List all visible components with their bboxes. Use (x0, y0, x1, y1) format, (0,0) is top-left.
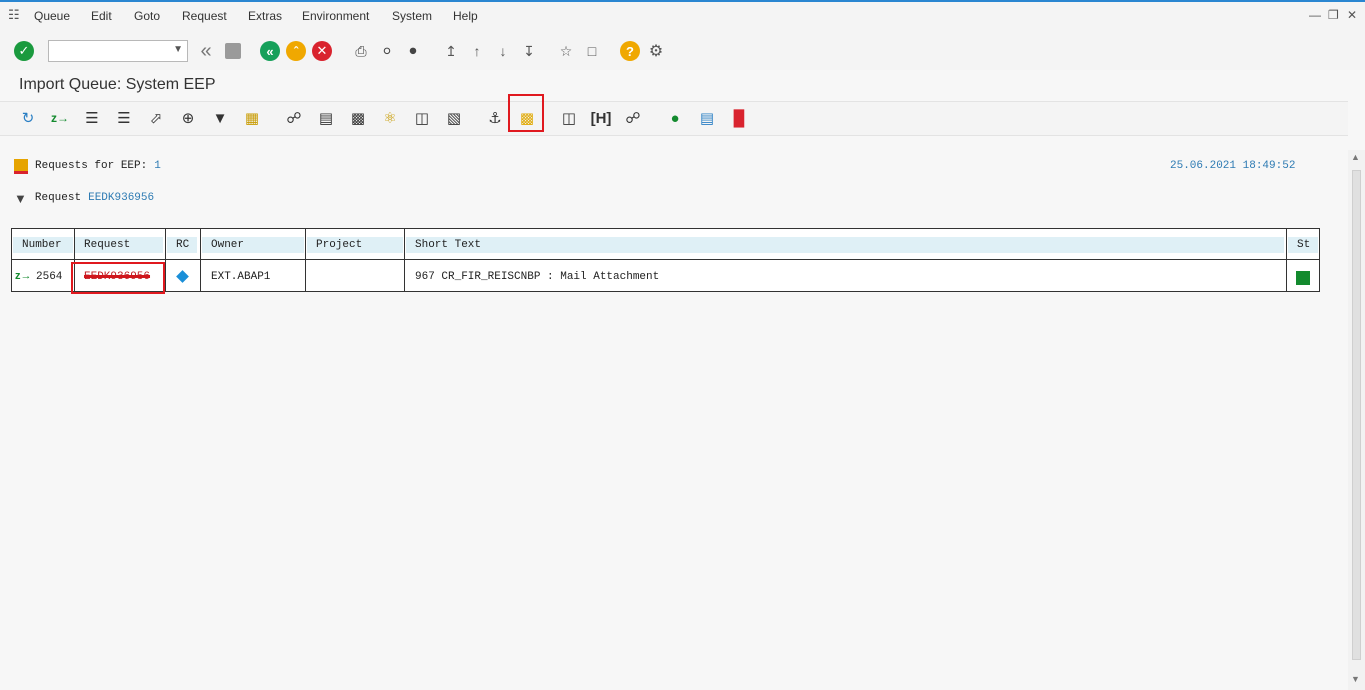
back-icon[interactable]: « (259, 40, 281, 62)
header-request[interactable]: Request (75, 237, 163, 253)
truck-icon (14, 158, 28, 174)
history-icon[interactable]: [H] (590, 107, 612, 129)
chevron-down-icon[interactable]: ▼ (173, 44, 183, 55)
align-center-icon[interactable]: ☰ (81, 107, 103, 129)
page-title: Import Queue: System EEP (19, 76, 216, 93)
import-queue-table: Number Request RC Owner Project Short Te… (11, 228, 1320, 294)
cell-owner: EXT.ABAP1 (211, 271, 271, 283)
cell-short-text: 967 CR_FIR_REISCNBP : Mail Attachment (415, 271, 660, 283)
transport-tree-icon[interactable]: ▦ (241, 107, 263, 129)
menu-queue[interactable]: Queue (34, 9, 70, 23)
find-icon[interactable]: ⚪ (376, 40, 398, 62)
menu-request[interactable]: Request (182, 9, 227, 23)
print-icon[interactable]: ⎙ (350, 40, 372, 62)
double-left-icon[interactable]: « (195, 40, 217, 62)
first-page-icon[interactable]: ↥ (440, 40, 462, 62)
cancel-icon[interactable]: ✕ (311, 40, 333, 62)
monitor-icon[interactable]: ◫ (558, 107, 580, 129)
select-cursor-icon[interactable]: ⬀ (145, 107, 167, 129)
requests-count: 1 (154, 160, 161, 172)
menu-help[interactable]: Help (453, 9, 478, 23)
last-page-icon[interactable]: ↧ (518, 40, 540, 62)
close-window-icon[interactable]: ✕ (1347, 8, 1357, 22)
menu-goto[interactable]: Goto (134, 9, 160, 23)
display-glasses-icon[interactable]: ☍ (283, 107, 305, 129)
filter-funnel-icon: ▼ (14, 190, 27, 206)
request-attributes-icon[interactable]: ⚛ (379, 107, 401, 129)
help-book-icon[interactable]: █ (728, 107, 750, 129)
datetime: 25.06.2021 18:49:52 (1170, 160, 1296, 172)
help-icon[interactable]: ? (619, 40, 641, 62)
zoom-icon[interactable]: ⊕ (177, 107, 199, 129)
sort-icon[interactable]: ☰ (113, 107, 135, 129)
requests-line: Requests for EEP: 1 (14, 158, 161, 174)
lock-icon[interactable]: ⚓ (484, 107, 506, 129)
highlight-box-request (71, 262, 165, 294)
menu-edit[interactable]: Edit (91, 9, 112, 23)
menu-extras[interactable]: Extras (248, 9, 282, 23)
list-details-icon[interactable]: ▤ (696, 107, 718, 129)
requests-label: Requests for EEP: (35, 160, 148, 172)
header-number[interactable]: Number (13, 237, 73, 253)
scroll-up-icon[interactable]: ▲ (1351, 152, 1360, 162)
exit-icon[interactable]: ˆ (285, 40, 307, 62)
filter-icon[interactable]: ▼ (209, 107, 231, 129)
minimize-icon[interactable]: — (1309, 8, 1321, 22)
info-icon[interactable]: ▧ (443, 107, 465, 129)
header-project[interactable]: Project (307, 237, 403, 253)
enter-icon[interactable]: ✓ (13, 40, 35, 62)
application-toolbar: ↻ z→ ☰ ☰ ⬀ ⊕ ▼ ▦ ☍ ▤ ▩ ⚛ ◫ ▧ ⚓ ▩ ◫ [H] ☍… (0, 94, 1348, 136)
filter-value: EEDK936956 (88, 192, 155, 204)
settings-gear-icon[interactable]: ⚙ (645, 40, 667, 62)
standard-toolbar: ✓ ▼ « « ˆ ✕ ⎙ ⚪ ⚫ ↥ ↑ ↓ ↧ ☆ □ ? ⚙ (0, 30, 1365, 70)
rc-diamond-icon (176, 270, 189, 283)
scroll-down-icon[interactable]: ▼ (1351, 674, 1360, 684)
header-rc[interactable]: RC (167, 237, 197, 253)
filter-label: Request (34, 192, 82, 204)
table-row[interactable]: z→ 2564 EEDK936956 EXT.ABAP1 967 CR_FIR_… (12, 260, 1319, 294)
import-arrow-icon: z→ (15, 270, 32, 282)
find-next-icon[interactable]: ⚫ (402, 40, 424, 62)
next-page-icon[interactable]: ↓ (492, 40, 514, 62)
refresh-icon[interactable]: ↻ (17, 107, 39, 129)
new-session-icon[interactable]: ☆ (555, 40, 577, 62)
header-owner[interactable]: Owner (202, 237, 304, 253)
sap-menu-icon[interactable]: ☷ (8, 7, 20, 23)
menu-system[interactable]: System (392, 9, 432, 23)
globe-icon[interactable]: ☍ (622, 107, 644, 129)
menu-environment[interactable]: Environment (302, 9, 369, 23)
object-list-icon[interactable]: ▤ (315, 107, 337, 129)
log-icon[interactable]: ▩ (347, 107, 369, 129)
user-icon[interactable]: ● (664, 107, 686, 129)
vertical-scrollbar[interactable]: ▲ ▼ (1348, 150, 1365, 690)
header-short-text[interactable]: Short Text (406, 237, 1284, 253)
save-icon[interactable] (222, 40, 244, 62)
menu-bar: ☷ Queue Edit Goto Request Extras Environ… (0, 0, 1365, 30)
restore-icon[interactable]: ❐ (1328, 8, 1339, 22)
shortcut-icon[interactable]: □ (581, 40, 603, 62)
status-green-square-icon (1296, 271, 1310, 285)
header-status[interactable]: St (1288, 237, 1318, 253)
compare-icon[interactable]: ◫ (411, 107, 433, 129)
start-import-icon[interactable]: z→ (49, 107, 71, 129)
previous-page-icon[interactable]: ↑ (466, 40, 488, 62)
command-field[interactable]: ▼ (48, 40, 188, 62)
highlight-box-import-request (508, 94, 544, 132)
cell-number: 2564 (36, 271, 63, 283)
scroll-thumb[interactable] (1352, 170, 1361, 660)
filter-line: ▼ Request EEDK936956 (14, 190, 154, 206)
